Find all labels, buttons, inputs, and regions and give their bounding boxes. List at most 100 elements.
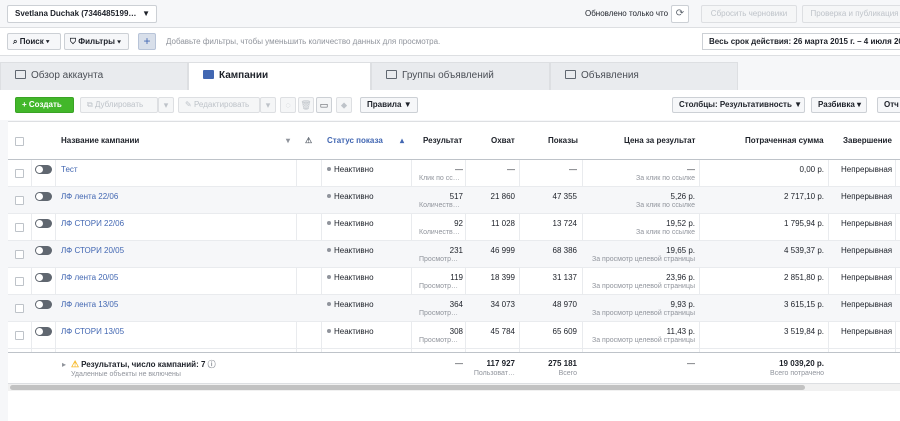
tab-account-overview[interactable]: Обзор аккаунта [0,62,188,90]
results-type: Просмотр… [419,256,458,263]
tab-ads[interactable]: Объявления [550,62,738,90]
row-checkbox[interactable] [15,250,24,259]
table-row[interactable]: ЛФ лента 22/06 Неактивно 517 Количеств… … [8,187,900,214]
col-header-status[interactable]: Статус показа [327,122,383,160]
table-header: Название кампании ▾ ⚠ Статус показа ▴ Ре… [8,122,900,160]
tab-ad-sets[interactable]: Группы объявлений [371,62,550,90]
col-header-name[interactable]: Название кампании [61,122,139,160]
amount-spent-value: 3 615,15 р. [783,300,824,309]
campaign-toggle[interactable] [35,192,52,201]
refresh-icon[interactable]: ⟳ [671,5,689,23]
campaign-toggle[interactable] [35,273,52,282]
campaign-name-link[interactable]: ЛФ СТОРИ 22/06 [61,219,124,228]
table-row[interactable]: ЛФ лента 13/05 Неактивно 364 Просмотр… 3… [8,295,900,322]
row-checkbox[interactable] [15,331,24,340]
chevron-down-icon: ▾ [265,100,271,110]
col-header-amount-spent[interactable]: Потраченная сумма [745,122,824,160]
results-value: — [455,165,463,174]
horizontal-scrollbar[interactable] [8,383,900,391]
duplicate-button[interactable]: ⧉ Дублировать [80,97,158,113]
filter-bar: ⌕ Поиск ▾ ⛉ Фильтры ▾ + Добавьте фильтры… [0,28,900,56]
campaign-name-link[interactable]: ЛФ СТОРИ 13/05 [61,327,124,336]
impressions-value: 48 970 [552,300,577,309]
campaign-name-link[interactable]: ЛФ СТОРИ 20/05 [61,246,124,255]
add-filter-button[interactable]: + [138,33,156,50]
search-label: Поиск [19,37,44,46]
chevron-down-icon: ▾ [45,37,50,46]
status-dot-icon [327,248,331,252]
row-checkbox[interactable] [15,277,24,286]
discard-drafts-button[interactable]: Сбросить черновики [701,5,797,23]
account-selector[interactable]: Svetlana Duchak (7346485199… ▼ [7,5,157,23]
campaign-name-link[interactable]: ЛФ лента 22/06 [61,192,118,201]
cost-per-result-type: За просмотр целевой страницы [591,337,695,344]
sort-icon[interactable]: ▾ [286,122,290,160]
campaign-toggle[interactable] [35,219,52,228]
col-header-impressions[interactable]: Показы [548,122,578,160]
campaign-name-link[interactable]: Тест [61,165,78,174]
breakdown-label: Разбивка [818,100,855,109]
filters-button[interactable]: ⛉ Фильтры ▾ [64,33,129,50]
breakdown-button[interactable]: Разбивка ▾ [811,97,867,113]
cost-per-result-type: За просмотр целевой страницы [591,310,695,317]
copy-icon: ⧉ [87,100,95,109]
edit-button[interactable]: ✎ Редактировать [178,97,260,113]
table-row[interactable]: ЛФ лента 20/05 Неактивно 119 Просмотр… 1… [8,268,900,295]
row-checkbox[interactable] [15,304,24,313]
preview-icon[interactable]: ▭ [316,97,332,113]
delivery-status: Неактивно [327,327,374,336]
total-reach: 117 927 [486,359,515,368]
chevron-down-icon: ▾ [117,37,122,46]
col-header-cost-per-result[interactable]: Цена за результат [624,122,695,160]
level-tabs: Обзор аккаунта Кампании Группы объявлени… [0,56,900,91]
tab-campaigns[interactable]: Кампании [188,62,371,91]
col-header-reach[interactable]: Охват [491,122,515,160]
end-value: Непрерывная [841,192,893,201]
col-header-results[interactable]: Результат [423,122,462,160]
table-row[interactable]: Тест Неактивно — Клик по сс… — — — За кл… [8,160,900,187]
select-all-checkbox[interactable] [15,137,24,146]
total-amount-spent: 19 039,20 р. [779,359,824,368]
table-row[interactable]: ЛФ СТОРИ 20/05 Неактивно 231 Просмотр… 4… [8,241,900,268]
review-publish-button[interactable]: Проверка и публикация [802,5,900,23]
table-row[interactable]: ЛФ СТОРИ 13/05 Неактивно 308 Просмотр… 4… [8,322,900,349]
impressions-value: — [569,165,577,174]
campaign-name-link[interactable]: ЛФ лента 20/05 [61,273,118,282]
row-checkbox[interactable] [15,223,24,232]
create-button[interactable]: + Создать [15,97,74,113]
reports-button[interactable]: Отч [877,97,900,113]
edit-dropdown[interactable]: ▾ [260,97,276,113]
filter-hint: Добавьте фильтры, чтобы уменьшить количе… [166,37,441,46]
date-range-picker[interactable]: Весь срок действия: 26 марта 2015 г. – 4… [702,33,900,50]
duplicate-dropdown[interactable]: ▾ [158,97,174,113]
campaign-toggle[interactable] [35,300,52,309]
expand-icon[interactable]: ▸ [62,360,66,369]
campaign-table: Название кампании ▾ ⚠ Статус показа ▴ Ре… [8,121,900,383]
pencil-icon: ✎ [185,100,194,109]
status-text: Неактивно [334,300,374,309]
duplicate-label: Дублировать [94,100,144,109]
cost-per-result-value: 19,65 р. [666,246,695,255]
status-text: Неактивно [334,219,374,228]
campaign-toggle[interactable] [35,246,52,255]
campaign-toggle[interactable] [35,165,52,174]
cost-per-result-type: За клик по ссылке [636,175,695,182]
campaign-toggle[interactable] [35,327,52,336]
row-checkbox[interactable] [15,169,24,178]
scrollbar-thumb[interactable] [10,385,805,390]
rules-button[interactable]: Правила ▼ [360,97,418,113]
search-button[interactable]: ⌕ Поиск ▾ [7,33,61,50]
results-value: 92 [454,219,463,228]
columns-button[interactable]: Столбцы: Результативность ▼ [672,97,805,113]
row-checkbox[interactable] [15,196,24,205]
trash-icon[interactable]: 🗑 [298,97,314,113]
campaign-name-link[interactable]: ЛФ лента 13/05 [61,300,118,309]
status-text: Неактивно [334,192,374,201]
info-icon[interactable]: ⓘ [208,360,216,369]
tag-icon[interactable]: ⬥ [336,97,352,113]
ab-test-icon[interactable]: ◌ [280,97,296,113]
tab-label: Кампании [219,70,269,81]
impressions-value: 31 137 [552,273,577,282]
table-row[interactable]: ЛФ СТОРИ 22/06 Неактивно 92 Количеств… 1… [8,214,900,241]
col-header-end[interactable]: Завершение [843,122,892,160]
